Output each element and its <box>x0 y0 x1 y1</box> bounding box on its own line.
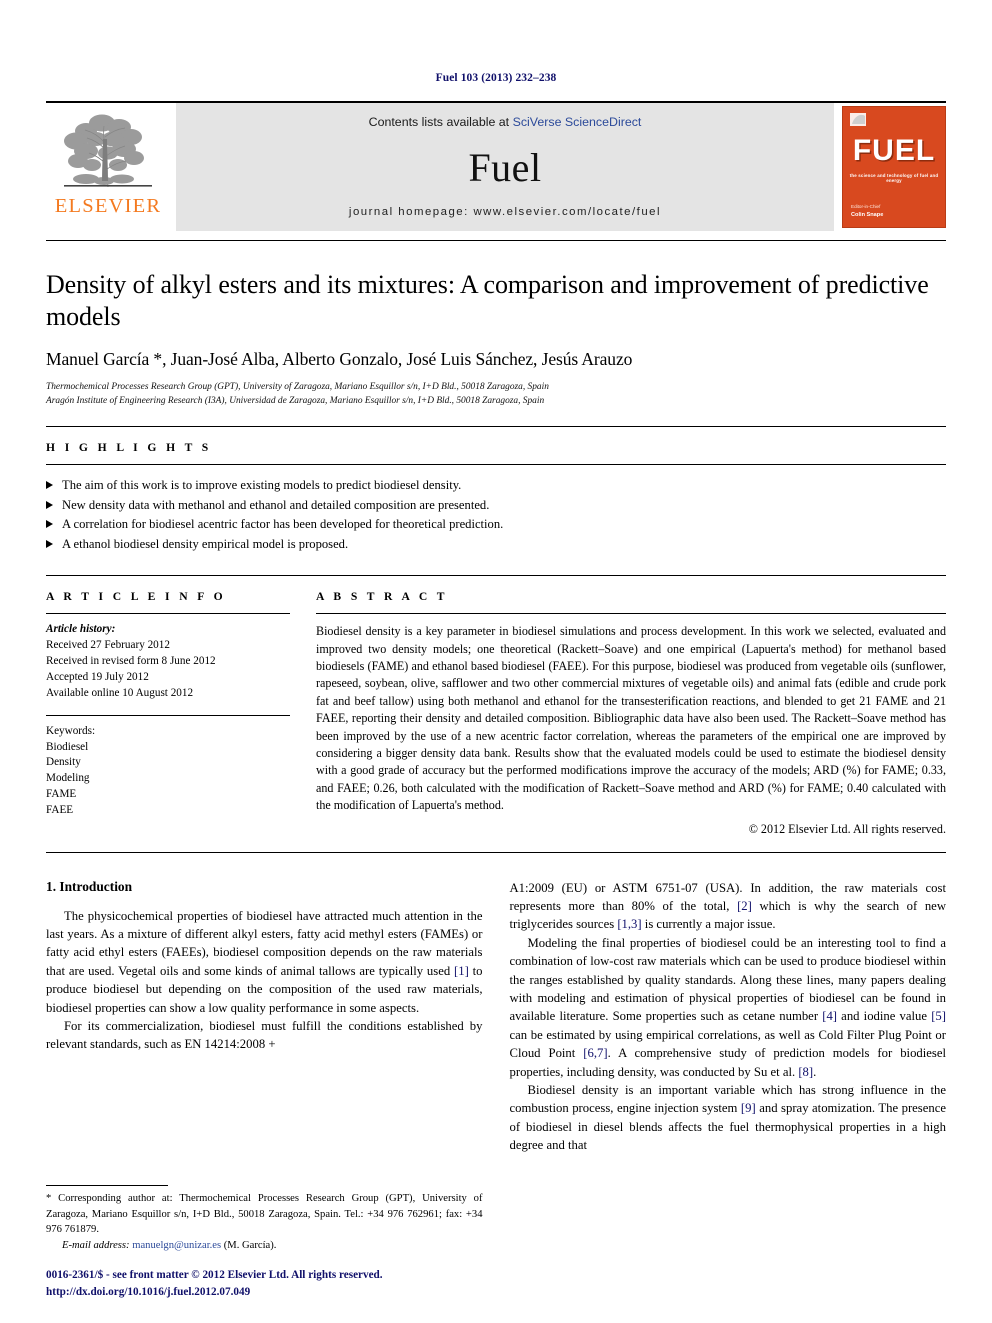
highlight-text: New density data with methanol and ethan… <box>62 497 490 512</box>
footnote-corresponding-author: * Corresponding author at: Thermochemica… <box>46 1193 483 1236</box>
triangle-bullet-icon <box>46 520 53 529</box>
keyword: Biodiesel <box>46 740 89 753</box>
cover-editor-block: Editor-in-Chief Colin Snape <box>851 204 883 219</box>
list-item: A correlation for biodiesel acentric fac… <box>46 515 946 535</box>
elsevier-tree-icon <box>64 114 152 188</box>
affiliation-2: Aragón Institute of Engineering Research… <box>46 396 545 407</box>
keyword: Density <box>46 756 81 769</box>
journal-cover-thumbnail: FUEL the science and technology of fuel … <box>842 106 946 228</box>
elsevier-wordmark: ELSEVIER <box>54 195 162 217</box>
abstract-text: Biodiesel density is a key parameter in … <box>316 624 946 813</box>
body-column-left: 1. Introduction The physicochemical prop… <box>46 879 483 1254</box>
highlights-rule <box>46 464 946 466</box>
running-head: Fuel 103 (2013) 232–238 <box>435 72 557 84</box>
citation-ref[interactable]: [2] <box>737 899 752 913</box>
paragraph-text: . <box>813 1064 817 1079</box>
affiliation-1: Thermochemical Processes Research Group … <box>46 382 549 393</box>
abstract-heading: A B S T R A C T <box>316 590 448 604</box>
triangle-bullet-icon <box>46 539 53 548</box>
highlight-text: The aim of this work is to improve exist… <box>62 478 462 493</box>
keywords-rule <box>46 714 290 716</box>
contents-available-line: Contents lists available at SciVerse Sci… <box>369 115 642 129</box>
abstract-bottom-rule <box>46 851 946 853</box>
keyword: FAEE <box>46 804 74 817</box>
article-info-column: A R T I C L E I N F O Article history: R… <box>46 576 290 836</box>
cover-subtitle: the science and technology of fuel and e… <box>849 173 939 183</box>
paragraph: A1:2009 (EU) or ASTM 6751-07 (USA). In a… <box>510 879 947 934</box>
paragraph-text: and iodine value <box>837 1009 932 1024</box>
highlight-text: A ethanol biodiesel density empirical mo… <box>62 536 349 551</box>
contents-prefix: Contents lists available at <box>368 115 513 129</box>
history-received: Received 27 February 2012 <box>46 639 170 652</box>
cover-editor-name: Colin Snape <box>851 211 884 218</box>
paragraph-text: For its commercialization, biodiesel mus… <box>46 1019 483 1052</box>
page-footer: 0016-2361/$ - see front matter © 2012 El… <box>46 1267 476 1301</box>
paragraph: The physicochemical properties of biodie… <box>46 907 483 1017</box>
article-history: Article history: Received 27 February 20… <box>46 622 290 702</box>
citation-ref[interactable]: [8] <box>798 1065 813 1079</box>
sciencedirect-link[interactable]: SciVerse ScienceDirect <box>513 115 642 129</box>
highlight-text: A correlation for biodiesel acentric fac… <box>62 517 504 532</box>
email-suffix: (M. García). <box>221 1240 277 1252</box>
triangle-bullet-icon <box>46 481 53 490</box>
body-column-right: A1:2009 (EU) or ASTM 6751-07 (USA). In a… <box>510 879 947 1254</box>
journal-band: Contents lists available at SciVerse Sci… <box>176 103 834 231</box>
keyword: Modeling <box>46 772 90 785</box>
highlights-heading: H I G H L I G H T S <box>46 441 212 455</box>
citation-ref[interactable]: [6,7] <box>583 1046 607 1060</box>
citation-ref[interactable]: [5] <box>931 1009 946 1023</box>
masthead-bottom-rule <box>46 240 946 241</box>
article-info-heading: A R T I C L E I N F O <box>46 590 227 604</box>
email-link[interactable]: manuelgn@unizar.es <box>132 1240 221 1251</box>
history-online: Available online 10 August 2012 <box>46 686 194 699</box>
article-first-page: Fuel 103 (2013) 232–238 ELSEVIER Content… <box>0 0 992 1323</box>
paragraph: For its commercialization, biodiesel mus… <box>46 1017 483 1054</box>
body-columns: 1. Introduction The physicochemical prop… <box>46 879 946 1254</box>
journal-masthead: ELSEVIER Contents lists available at Sci… <box>46 101 946 231</box>
highlights-top-rule <box>46 426 946 428</box>
history-revised: Received in revised form 8 June 2012 <box>46 654 216 667</box>
cover-title: FUEL <box>852 134 936 167</box>
info-abstract-section: A R T I C L E I N F O Article history: R… <box>46 575 946 836</box>
list-item: New density data with methanol and ethan… <box>46 496 946 516</box>
journal-homepage[interactable]: journal homepage: www.elsevier.com/locat… <box>349 206 661 218</box>
abstract-copyright: © 2012 Elsevier Ltd. All rights reserved… <box>748 821 946 836</box>
highlights-list: The aim of this work is to improve exist… <box>46 476 946 554</box>
triangle-bullet-icon <box>46 500 53 509</box>
paragraph-text: The physicochemical properties of biodie… <box>46 908 483 978</box>
journal-title: Fuel <box>468 144 542 190</box>
section-heading-introduction: 1. Introduction <box>46 878 133 894</box>
footnote-rule <box>46 1185 168 1187</box>
abstract-rule <box>316 613 946 615</box>
cover-editor-label: Editor-in-Chief <box>851 203 881 209</box>
doi-link[interactable]: http://dx.doi.org/10.1016/j.fuel.2012.07… <box>46 1284 476 1301</box>
corresponding-author-footnote: * Corresponding author at: Thermochemica… <box>46 1185 483 1253</box>
author-list: Manuel García *, Juan-José Alba, Alberto… <box>46 349 633 370</box>
issn-line: 0016-2361/$ - see front matter © 2012 El… <box>46 1269 383 1282</box>
list-item: A ethanol biodiesel density empirical mo… <box>46 535 946 555</box>
page-title: Density of alkyl esters and its mixtures… <box>46 270 929 331</box>
article-history-label: Article history: <box>46 623 116 636</box>
paragraph: Modeling the final properties of biodies… <box>510 934 947 1081</box>
keywords-block: Keywords: Biodiesel Density Modeling FAM… <box>46 724 290 819</box>
citation-ref[interactable]: [1] <box>454 964 469 978</box>
citation-ref[interactable]: [4] <box>822 1009 837 1023</box>
cover-elsevier-icon <box>850 113 866 126</box>
paragraph: Biodiesel density is an important variab… <box>510 1081 947 1155</box>
keywords-label: Keywords: <box>46 724 96 737</box>
keyword: FAME <box>46 788 77 801</box>
list-item: The aim of this work is to improve exist… <box>46 476 946 496</box>
elsevier-logo: ELSEVIER <box>46 103 170 231</box>
abstract-column: A B S T R A C T Biodiesel density is a k… <box>316 576 946 836</box>
email-label: E-mail address: <box>62 1240 130 1252</box>
citation-ref[interactable]: [9] <box>741 1101 756 1115</box>
footnote-email-line: E-mail address: manuelgn@unizar.es (M. G… <box>46 1238 483 1253</box>
paragraph-text: is currently a major issue. <box>641 917 776 932</box>
history-accepted: Accepted 19 July 2012 <box>46 670 149 683</box>
article-info-rule <box>46 613 290 615</box>
citation-ref[interactable]: [1,3] <box>617 917 641 931</box>
affiliations: Thermochemical Processes Research Group … <box>46 381 946 409</box>
